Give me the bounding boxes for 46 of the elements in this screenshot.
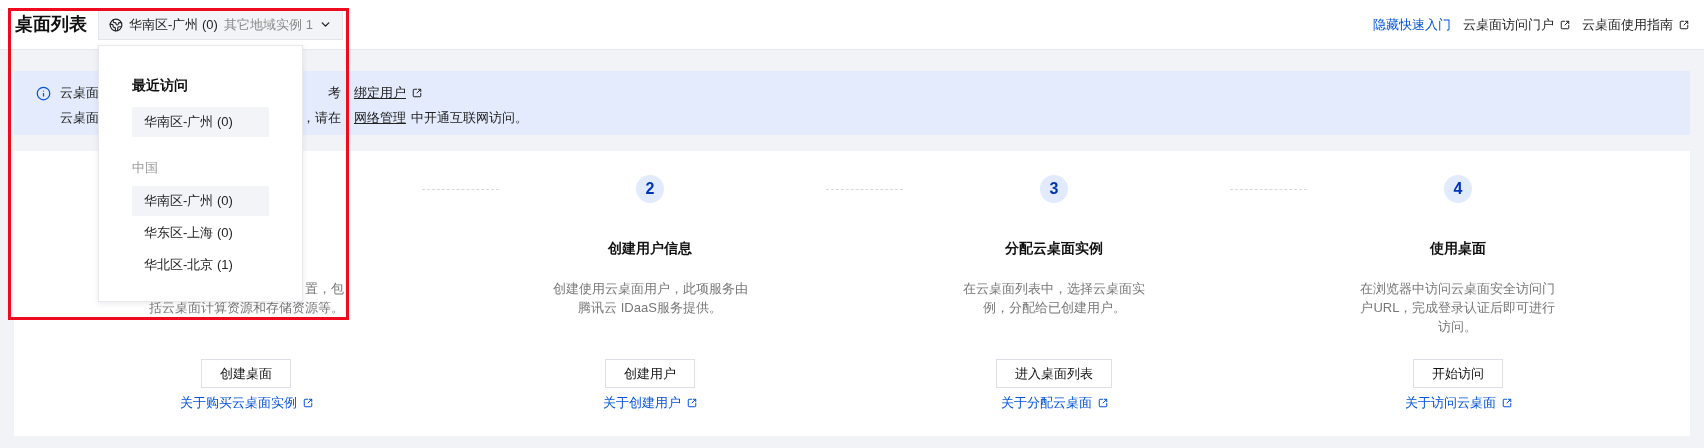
external-link[interactable]: 云桌面使用指南 — [1582, 14, 1673, 35]
other-regions-count: 其它地域实例 1 — [224, 15, 313, 34]
banner-link[interactable]: 网络管理 — [354, 107, 406, 128]
step-number: 2 — [636, 175, 664, 203]
help-link[interactable]: 关于创建用户 — [603, 393, 681, 413]
external-link-icon — [1097, 397, 1108, 408]
help-link[interactable]: 关于购买云桌面实例 — [179, 393, 297, 413]
banner-text: 云桌面 — [60, 108, 100, 127]
step-description: 置，包 括云桌面计算资源和存储资源等。 — [148, 280, 344, 317]
region-option[interactable]: 华南区-广州 (0) — [132, 107, 269, 137]
info-icon — [36, 86, 51, 101]
external-link-icon — [412, 87, 422, 98]
step-button[interactable]: 进入桌面列表 — [996, 359, 1112, 388]
step-number: 3 — [1040, 175, 1068, 203]
external-link-icon — [687, 397, 697, 408]
step-title: 创建用户信息 — [608, 238, 692, 258]
step-description: 在浏览器中访问云桌面安全访问门 户URL，完成登录认证后即可进行 访问。 — [1360, 280, 1556, 336]
banner-text: 云桌面 — [60, 83, 100, 102]
step-number: 4 — [1444, 175, 1472, 203]
step-title: 分配云桌面实例 — [1005, 238, 1103, 258]
hide-quick-start-link[interactable]: 隐藏快速入门 — [1373, 14, 1451, 35]
dropdown-section-title: 最近访问 — [132, 75, 189, 95]
region-selector[interactable]: 华南区-广州 (0) 其它地域实例 1 — [98, 9, 343, 40]
globe-icon — [109, 17, 123, 32]
help-link[interactable]: 关于分配云桌面 — [1000, 393, 1092, 413]
external-link-icon — [1501, 397, 1512, 408]
step-description: 创建使用云桌面用户，此项服务由 腾讯云 IDaaS服务提供。 — [552, 280, 748, 317]
region-option[interactable]: 华北区-北京 (1) — [132, 250, 269, 280]
external-link-icon — [1560, 19, 1570, 30]
help-link[interactable]: 关于访问云桌面 — [1404, 393, 1496, 413]
step-title: 使用桌面 — [1430, 238, 1486, 258]
step-button[interactable]: 创建用户 — [605, 359, 695, 388]
step-description: 在云桌面列表中，选择云桌面实 例，分配给已创建用户。 — [963, 280, 1145, 317]
banner-link[interactable]: 绑定用户 — [354, 82, 406, 103]
step-button[interactable]: 开始访问 — [1413, 359, 1503, 388]
region-option[interactable]: 华南区-广州 (0) — [132, 186, 269, 216]
external-link-icon — [302, 397, 313, 408]
banner-text: ，请在 网络管理 中开通互联网访问。 — [300, 107, 528, 128]
step-button[interactable]: 创建桌面 — [201, 359, 291, 388]
dropdown-section-title: 中国 — [132, 159, 159, 178]
page-title: 桌面列表 — [15, 13, 88, 36]
external-link-icon — [1679, 19, 1689, 30]
current-region: 华南区-广州 (0) — [129, 15, 218, 34]
banner-text: 考 绑定用户 — [300, 82, 406, 103]
region-option[interactable]: 华东区-上海 (0) — [132, 218, 269, 248]
external-link[interactable]: 云桌面访问门户 — [1463, 14, 1554, 35]
